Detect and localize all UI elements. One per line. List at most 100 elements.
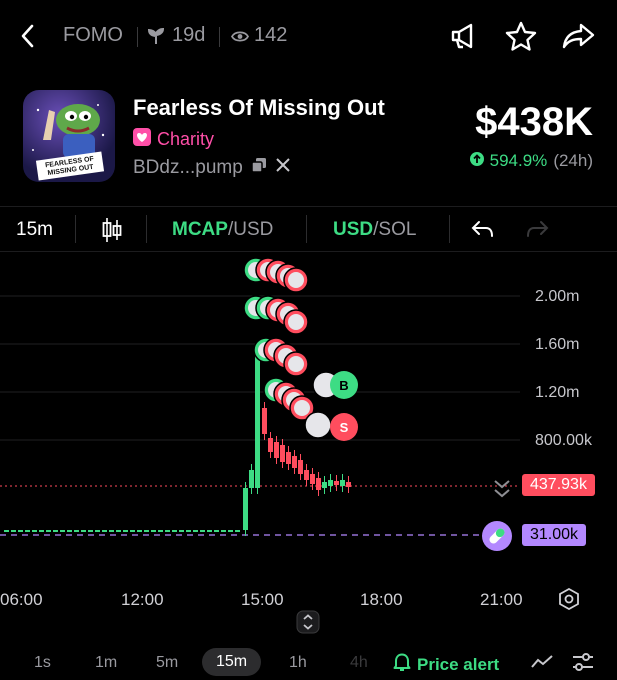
candle	[235, 530, 240, 532]
price-alert-label: Price alert	[417, 654, 500, 674]
candle	[32, 530, 37, 532]
timeframe-5m[interactable]: 5m	[156, 654, 178, 672]
redo-icon[interactable]	[525, 219, 549, 244]
candle	[144, 530, 149, 532]
buy-marker-label: B	[339, 378, 348, 393]
candle	[4, 530, 9, 532]
charity-label: Charity	[157, 128, 215, 149]
megaphone-button[interactable]	[446, 18, 482, 54]
pill-icon[interactable]	[481, 520, 513, 557]
line-chart-icon[interactable]	[531, 654, 553, 675]
candle	[95, 530, 100, 532]
megaphone-icon	[451, 23, 473, 49]
y-tick: 800.00k	[535, 432, 592, 449]
mcap-unit: /USD	[227, 219, 274, 240]
chart-toolbar: 15m MCAP/USD USD/SOL	[0, 206, 617, 252]
top-bar: FOMO 19d 142	[0, 0, 617, 72]
candle	[151, 530, 156, 532]
candle	[81, 530, 86, 532]
candle	[158, 530, 163, 532]
candle	[340, 480, 345, 486]
candlestick-icon[interactable]	[101, 217, 123, 248]
trader-avatar	[288, 356, 304, 372]
trader-avatar	[288, 314, 304, 330]
y-tick: 1.60m	[535, 336, 580, 353]
candle	[274, 442, 279, 458]
address-row: BDdz...pump	[133, 157, 291, 179]
candle	[25, 530, 30, 532]
undo-icon[interactable]	[471, 219, 495, 244]
expand-chart-button[interactable]	[296, 610, 320, 639]
timeframe-1m[interactable]: 1m	[95, 654, 117, 672]
candle	[123, 530, 128, 532]
candle	[310, 474, 315, 484]
market-cap-price: $438K	[475, 100, 593, 144]
timeframe-1h[interactable]: 1h	[289, 654, 307, 672]
price-change-percent: 594.9%	[489, 151, 548, 170]
heart-icon	[133, 127, 151, 151]
candle	[193, 530, 198, 532]
chevron-left-icon	[21, 24, 34, 48]
trader-avatar	[294, 400, 310, 416]
divider	[219, 27, 220, 47]
trader-avatar	[304, 411, 332, 439]
divider	[306, 215, 307, 243]
price-alert-button[interactable]: Price alert	[393, 652, 499, 677]
timeframe-bar: 1s 1m 5m 15m 1h 4h Price alert	[0, 640, 617, 680]
divider	[449, 215, 450, 243]
scroll-to-latest-icon[interactable]	[491, 478, 513, 505]
candle	[46, 530, 51, 532]
candle	[172, 530, 177, 532]
candle	[328, 480, 333, 486]
candle	[67, 530, 72, 532]
candle	[18, 530, 23, 532]
candle	[292, 456, 297, 468]
token-age: 19d	[172, 24, 206, 46]
candle	[53, 530, 58, 532]
usd-sol-toggle[interactable]: USD/SOL	[333, 219, 416, 241]
token-ticker: FOMO	[63, 24, 123, 46]
share-arrow-icon	[562, 23, 595, 49]
x-tick: 06:00	[0, 590, 43, 609]
favorite-button[interactable]	[503, 18, 539, 54]
sol-unit: /SOL	[373, 219, 417, 240]
copy-icon[interactable]	[251, 157, 267, 179]
token-name: Fearless Of Missing Out	[133, 95, 385, 120]
divider	[75, 215, 76, 243]
x-social-icon[interactable]	[275, 157, 291, 179]
candle	[214, 530, 219, 532]
mcap-usd-toggle[interactable]: MCAP/USD	[172, 219, 273, 241]
candle	[280, 445, 285, 462]
y-tick: 1.20m	[535, 384, 580, 401]
divider	[146, 215, 147, 243]
chart-settings-icon[interactable]	[558, 587, 580, 615]
sprout-icon	[147, 27, 165, 50]
candle	[165, 530, 170, 532]
sliders-icon[interactable]	[572, 653, 594, 676]
candle	[11, 530, 16, 532]
candle	[249, 470, 254, 488]
candle	[346, 482, 351, 487]
candle	[179, 530, 184, 532]
candle	[116, 530, 121, 532]
timeframe-4h[interactable]: 4h	[350, 654, 368, 672]
sell-marker-label: S	[340, 420, 349, 435]
interval-selector[interactable]: 15m	[16, 219, 53, 241]
contract-address: BDdz...pump	[133, 157, 243, 178]
x-tick: 18:00	[360, 590, 403, 609]
x-tick: 12:00	[121, 590, 164, 609]
charity-badge[interactable]: Charity	[133, 127, 215, 151]
candle	[255, 347, 260, 488]
candle	[39, 530, 44, 532]
token-logo: FEARLESS OF MISSING OUT	[23, 90, 115, 182]
star-icon	[505, 21, 537, 51]
candle	[228, 530, 233, 532]
back-button[interactable]	[10, 18, 46, 54]
share-button[interactable]	[561, 18, 597, 54]
timeframe-1s[interactable]: 1s	[34, 654, 51, 672]
current-price-label: 437.93k	[522, 474, 595, 496]
arrow-up-circle-icon	[469, 151, 484, 171]
mcap-label: MCAP	[172, 219, 228, 240]
candle	[268, 438, 273, 452]
timeframe-15m[interactable]: 15m	[202, 648, 262, 676]
